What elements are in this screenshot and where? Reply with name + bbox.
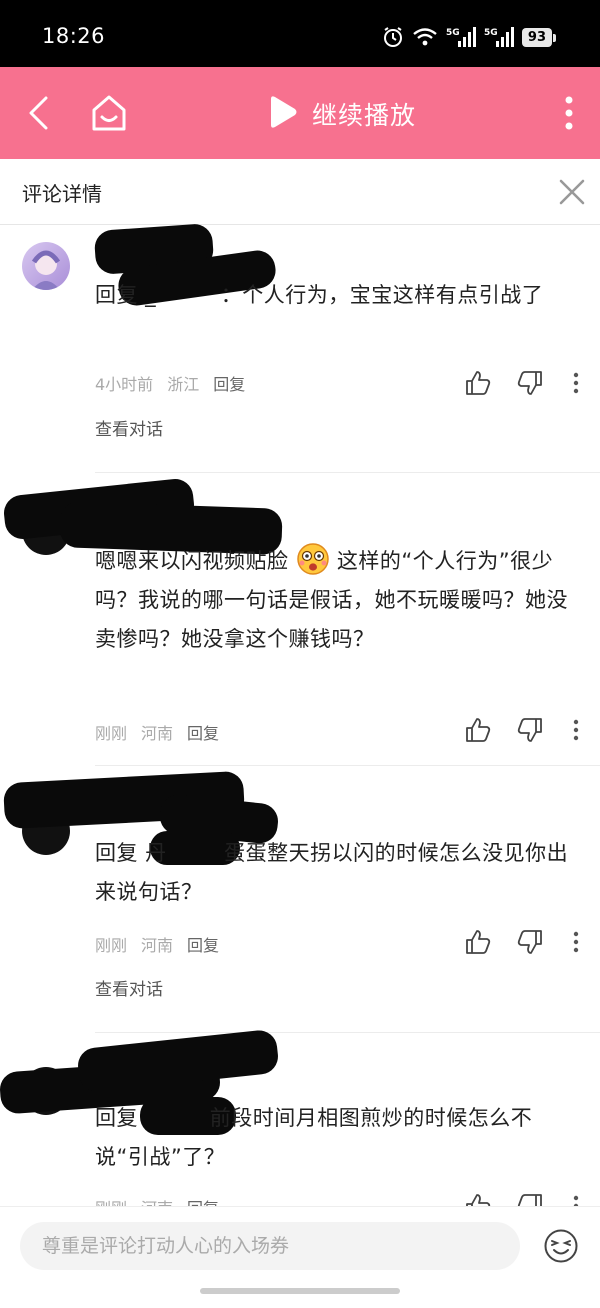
battery-indicator: 93 — [521, 27, 557, 47]
signal-1-label: 5G — [446, 28, 460, 38]
page-title: 评论详情 — [22, 182, 102, 206]
continue-play-button[interactable]: 继续播放 — [268, 95, 416, 133]
emoji-icon — [296, 542, 330, 576]
comment-meta: 刚刚 河南 回复 — [95, 932, 219, 956]
status-bar: 18:26 5G 5G 93 — [0, 0, 600, 67]
comment-time: 刚刚 — [95, 724, 128, 743]
divider — [95, 1032, 600, 1033]
wifi-icon — [412, 27, 438, 47]
thumbs-up-icon[interactable] — [465, 717, 491, 743]
divider — [95, 765, 600, 766]
comment-text: 回复 丹 蛋蛋整天拐以闪的时候怎么没见你出来说句话？ — [95, 841, 569, 904]
view-conversation-link[interactable]: 查看对话 — [95, 415, 163, 440]
back-arrow-icon[interactable] — [26, 95, 50, 131]
status-icons: 5G 5G 93 — [382, 26, 557, 48]
comment-item: 回复 丹 蛋蛋整天拐以闪的时候怎么没见你出来说句话？ 刚刚 河南 回复 查看对话 — [0, 767, 600, 1035]
reply-button[interactable]: 回复 — [187, 720, 219, 744]
signal-icon: 5G — [484, 26, 514, 48]
reply-button[interactable]: 回复 — [187, 932, 219, 956]
alarm-icon — [382, 26, 404, 48]
more-vertical-icon[interactable] — [573, 372, 579, 394]
comment-detail-header: 评论详情 — [0, 159, 600, 225]
thumbs-down-icon[interactable] — [517, 717, 543, 743]
top-bar: 继续播放 — [0, 67, 600, 159]
comment-text: 回复 _ ：个人行为，宝宝这样有点引战了 — [95, 283, 544, 307]
comment-item: 回复 _ ：个人行为，宝宝这样有点引战了 4小时前 浙江 回复 查看对话 — [0, 222, 600, 475]
comment-time: 4小时前 — [95, 375, 154, 394]
continue-play-label: 继续播放 — [312, 101, 417, 130]
reply-button[interactable]: 回复 — [213, 371, 245, 395]
comment-actions — [465, 370, 579, 396]
divider — [95, 472, 600, 473]
avatar[interactable] — [22, 242, 70, 290]
comment-text-part: 嗯嗯来以闪视频贴脸 — [95, 549, 289, 573]
thumbs-down-icon[interactable] — [517, 370, 543, 396]
comment-input[interactable] — [20, 1222, 520, 1270]
home-icon[interactable] — [90, 93, 128, 133]
comment-text: 嗯嗯来以闪视频贴脸 这样的“个人行为”很少吗？我说的哪一句话是假话，她不玩暖暖吗… — [95, 542, 575, 659]
comment-location: 河南 — [141, 936, 174, 955]
comment-location: 河南 — [141, 724, 174, 743]
thumbs-up-icon[interactable] — [465, 370, 491, 396]
emoji-icon[interactable] — [543, 1228, 579, 1264]
signal-2-label: 5G — [484, 28, 498, 38]
more-vertical-icon[interactable] — [573, 719, 579, 741]
comment-text: 回复 前段时间月相图煎炒的时候怎么不说“引战”了？ — [95, 1106, 533, 1169]
comment-item: 嗯嗯来以闪视频贴脸 这样的“个人行为”很少吗？我说的哪一句话是假话，她不玩暖暖吗… — [0, 475, 600, 767]
signal-icon: 5G — [446, 26, 476, 48]
comment-meta: 4小时前 浙江 回复 — [95, 371, 245, 395]
comment-location: 浙江 — [167, 375, 200, 394]
home-indicator[interactable] — [200, 1288, 400, 1294]
status-time: 18:26 — [42, 24, 106, 48]
comment-actions — [465, 717, 579, 743]
more-vertical-icon[interactable] — [564, 95, 574, 131]
play-icon — [268, 95, 298, 133]
thumbs-up-icon[interactable] — [465, 929, 491, 955]
comment-meta: 刚刚 河南 回复 — [95, 720, 219, 744]
thumbs-down-icon[interactable] — [517, 929, 543, 955]
comment-actions — [465, 929, 579, 955]
more-vertical-icon[interactable] — [573, 931, 579, 953]
comment-time: 刚刚 — [95, 936, 128, 955]
view-conversation-link[interactable]: 查看对话 — [95, 975, 163, 1000]
comment-item: 回复 前段时间月相图煎炒的时候怎么不说“引战”了？ 刚刚 河南 回复 — [0, 1028, 600, 1218]
close-icon[interactable] — [558, 178, 586, 206]
